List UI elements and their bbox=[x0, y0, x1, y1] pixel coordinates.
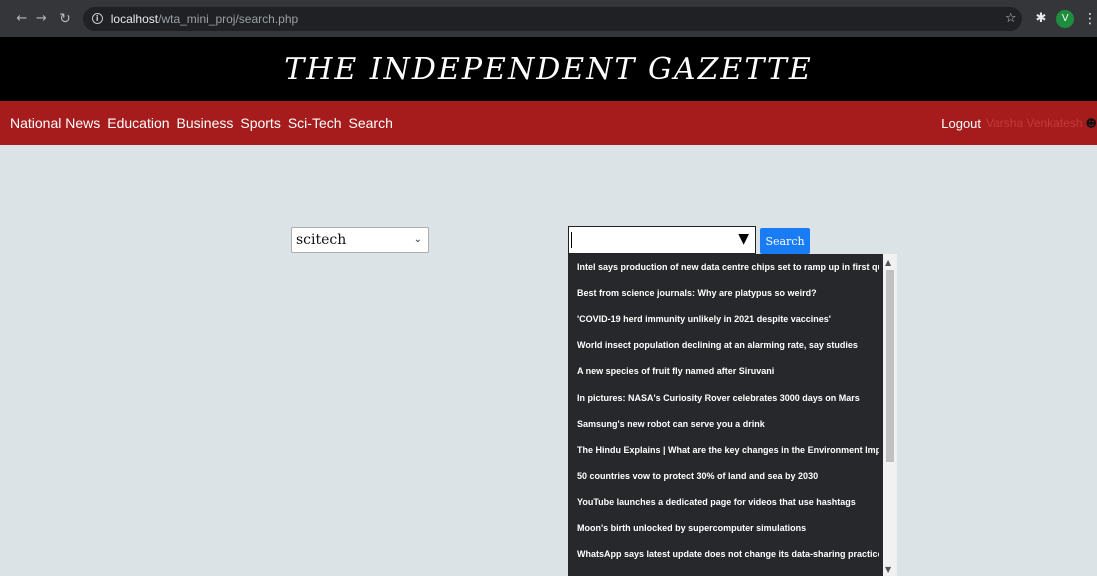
dropdown-scrollbar[interactable]: ▲ ▼ bbox=[883, 254, 897, 576]
nav-sci-tech[interactable]: Sci-Tech bbox=[288, 115, 342, 131]
dropdown-arrow-icon[interactable]: ▼ bbox=[738, 231, 749, 247]
reload-icon[interactable]: ↻ bbox=[55, 11, 75, 27]
category-select[interactable]: scitech ⌄ bbox=[291, 227, 429, 253]
list-item[interactable]: 'COVID-19 herd immunity unlikely in 2021… bbox=[577, 311, 879, 327]
profile-avatar[interactable]: V bbox=[1056, 9, 1074, 28]
nav-sports[interactable]: Sports bbox=[240, 115, 280, 131]
extensions-puzzle-icon[interactable]: ✱ bbox=[1035, 11, 1046, 26]
nav-national-news[interactable]: National News bbox=[10, 115, 100, 131]
main-navbar: National News Education Business Sports … bbox=[0, 101, 1097, 145]
list-item[interactable]: 50 countries vow to protect 30% of land … bbox=[577, 468, 879, 484]
scroll-down-icon[interactable]: ▼ bbox=[885, 565, 891, 574]
username: Varsha Venkatesh bbox=[986, 116, 1083, 130]
scrollbar-thumb[interactable] bbox=[886, 270, 894, 462]
list-item[interactable]: Moon's birth unlocked by supercomputer s… bbox=[577, 520, 879, 536]
logout-link[interactable]: Logout bbox=[941, 116, 981, 131]
text-caret bbox=[571, 232, 572, 248]
forward-arrow-icon[interactable]: → bbox=[32, 11, 52, 26]
list-item[interactable]: Samsung's new robot can serve you a drin… bbox=[577, 416, 879, 432]
list-item[interactable]: WhatsApp says latest update does not cha… bbox=[577, 546, 879, 562]
list-item[interactable]: Intel says production of new data centre… bbox=[577, 259, 879, 275]
bookmark-star-icon[interactable]: ☆ bbox=[1005, 11, 1017, 26]
list-item[interactable]: Best from science journals: Why are plat… bbox=[577, 285, 879, 301]
list-item[interactable]: In pictures: NASA's Curiosity Rover cele… bbox=[577, 390, 879, 406]
user-icon: ☻ bbox=[1085, 116, 1097, 130]
category-selected-value: scitech bbox=[296, 232, 347, 248]
address-bar[interactable]: i localhost/wta_mini_proj/search.php ☆ bbox=[82, 6, 1023, 31]
browser-menu-icon[interactable]: ⋮ bbox=[1083, 11, 1097, 27]
nav-business[interactable]: Business bbox=[177, 115, 234, 131]
list-item[interactable]: World insect population declining at an … bbox=[577, 337, 879, 353]
browser-toolbar: ← → ↻ i localhost/wta_mini_proj/search.p… bbox=[0, 0, 1097, 37]
scroll-up-icon[interactable]: ▲ bbox=[885, 258, 891, 267]
site-title: THE INDEPENDENT GAZETTE bbox=[284, 51, 813, 87]
list-item[interactable]: A new species of fruit fly named after S… bbox=[577, 363, 879, 379]
list-item[interactable]: YouTube launches a dedicated page for vi… bbox=[577, 494, 879, 510]
nav-education[interactable]: Education bbox=[107, 115, 169, 131]
search-button[interactable]: Search bbox=[760, 228, 810, 254]
nav-search[interactable]: Search bbox=[349, 115, 393, 131]
masthead: THE INDEPENDENT GAZETTE bbox=[0, 37, 1097, 101]
suggestions-list: Intel says production of new data centre… bbox=[568, 254, 897, 576]
user-area: Logout Varsha Venkatesh ☻ bbox=[941, 101, 1097, 145]
back-arrow-icon[interactable]: ← bbox=[12, 11, 32, 26]
list-item[interactable]: The Hindu Explains | What are the key ch… bbox=[577, 442, 879, 458]
search-combobox-input[interactable]: ▼ bbox=[568, 226, 756, 254]
info-icon[interactable]: i bbox=[91, 13, 103, 24]
url-text: localhost/wta_mini_proj/search.php bbox=[110, 11, 299, 26]
chevron-down-icon: ⌄ bbox=[413, 234, 422, 245]
